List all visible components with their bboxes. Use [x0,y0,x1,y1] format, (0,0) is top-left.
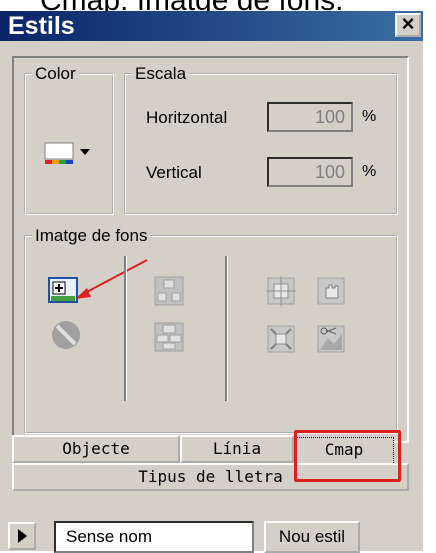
style-menu-button[interactable] [8,522,36,550]
tile-grid-icon [154,322,184,352]
hand-icon [317,277,345,305]
background-image-legend: Imatge de fons [35,226,148,245]
horizontal-label: Horitzontal [146,108,228,127]
tile-icon [154,276,184,306]
play-arrow-icon [18,529,27,543]
color-group: Color [24,64,114,215]
prohibited-icon [52,321,80,349]
center-image-icon [266,276,296,306]
remove-background-image-button[interactable] [50,319,82,356]
horizontal-unit: % [362,108,377,125]
window-title: Estils [8,12,75,40]
tile-grid-button[interactable] [154,322,184,357]
stretch-image-button[interactable] [266,324,296,359]
separator-1 [124,256,127,401]
move-image-button[interactable] [316,276,346,311]
background-image-group: Imatge de fons [24,226,398,434]
cmap-highlight-box [294,430,401,482]
color-group-legend: Color [35,64,76,83]
close-button[interactable]: × [395,13,421,37]
pointer-arrow-icon [75,259,148,299]
styles-panel: Color Escala Horitzontal 100 % Vertical … [12,56,409,443]
style-name-field[interactable]: Sense nom [54,521,254,553]
color-swatch-icon [44,142,90,164]
vertical-unit: % [362,163,377,180]
stretch-icon [267,325,295,353]
vertical-scale-input[interactable]: 100 [267,157,353,187]
tab-linia[interactable]: Línia [180,435,294,463]
center-image-button[interactable] [266,276,296,311]
title-bar: Estils × [0,11,423,41]
style-footer: Sense nom Nou estil [0,509,423,553]
vertical-label: Vertical [146,163,202,182]
crop-image-button[interactable] [316,324,346,359]
scissors-icon [317,325,345,353]
tab-objecte[interactable]: Objecte [12,435,180,463]
horizontal-scale-input[interactable]: 100 [267,102,353,132]
tile-image-button[interactable] [154,276,184,311]
scale-group-legend: Escala [135,64,187,83]
scale-group: Escala Horitzontal 100 % Vertical 100 % [124,64,398,215]
color-picker-button[interactable] [44,142,94,175]
separator-2 [225,256,228,401]
new-style-button[interactable]: Nou estil [264,521,360,553]
